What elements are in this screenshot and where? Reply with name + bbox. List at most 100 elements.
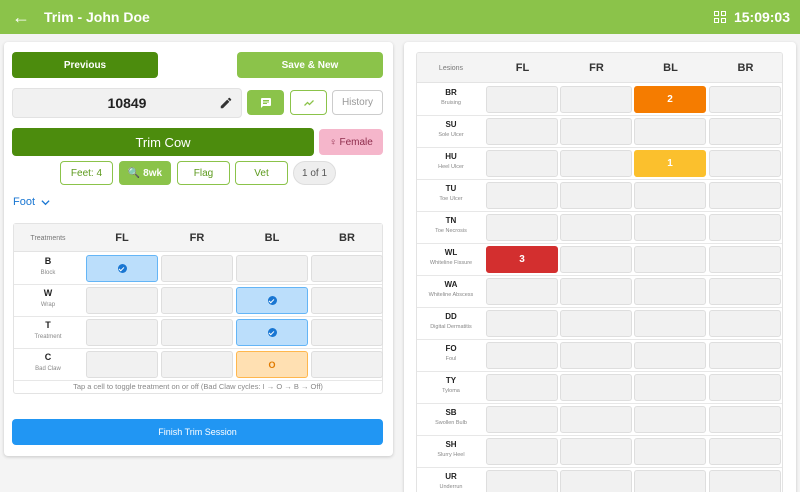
lesion-cell-fl[interactable] bbox=[486, 278, 558, 305]
treatment-row-c: C Bad Claw O bbox=[14, 349, 383, 381]
lesion-cell-fl[interactable] bbox=[486, 118, 558, 145]
lesion-cell-fl[interactable] bbox=[486, 342, 558, 369]
lesion-cell-fl[interactable]: 3 bbox=[486, 246, 558, 273]
sex-badge-female[interactable]: ♀ Female bbox=[319, 129, 383, 155]
previous-button[interactable]: Previous bbox=[12, 52, 158, 78]
lesion-cell-br[interactable] bbox=[709, 342, 781, 369]
lesion-cell-fl[interactable] bbox=[486, 438, 558, 465]
lesion-cell-bl[interactable] bbox=[634, 118, 706, 145]
finish-trim-session-button[interactable]: Finish Trim Session bbox=[12, 419, 383, 445]
lesion-cell-fl[interactable] bbox=[486, 310, 558, 337]
treatment-cell-fr[interactable] bbox=[161, 287, 233, 314]
lesion-cell-br[interactable] bbox=[709, 310, 781, 337]
lesion-cell-bl[interactable] bbox=[634, 310, 706, 337]
lesion-cell-bl[interactable] bbox=[634, 246, 706, 273]
treatment-cell-fl[interactable] bbox=[86, 319, 158, 346]
lesion-cell-br[interactable] bbox=[709, 374, 781, 401]
treatment-cell-br[interactable] bbox=[311, 255, 383, 282]
lesion-cell-bl[interactable]: 1 bbox=[634, 150, 706, 177]
treatment-code: C bbox=[44, 352, 52, 362]
cow-id-field[interactable]: 10849 bbox=[12, 88, 242, 118]
lesion-cell-fr[interactable] bbox=[560, 182, 632, 209]
feet-chip[interactable]: Feet: 4 bbox=[60, 161, 113, 185]
treatment-cell-br[interactable] bbox=[311, 319, 383, 346]
lesion-cell-fl[interactable] bbox=[486, 86, 558, 113]
treatment-cell-br[interactable] bbox=[311, 351, 383, 378]
col-fr: FR bbox=[189, 232, 205, 244]
lesion-cell-fr[interactable] bbox=[560, 246, 632, 273]
lesion-cell-bl[interactable]: 2 bbox=[634, 86, 706, 113]
treatment-cell-bl[interactable] bbox=[236, 287, 308, 314]
lesion-cell-fr[interactable] bbox=[560, 86, 632, 113]
history-button[interactable]: History bbox=[332, 90, 383, 115]
lesion-cell-fr[interactable] bbox=[560, 342, 632, 369]
lesions-table: Lesions FL FR BL BR BR Bruising 2 SU Sole Ul… bbox=[416, 52, 783, 492]
lesion-cell-br[interactable] bbox=[709, 278, 781, 305]
clock: 15:09:03 bbox=[733, 9, 790, 25]
col-bl: BL bbox=[264, 232, 280, 244]
treatment-cell-fl[interactable] bbox=[86, 287, 158, 314]
notes-button[interactable] bbox=[247, 90, 284, 115]
lesion-code: WL bbox=[444, 248, 458, 257]
lesion-cell-bl[interactable] bbox=[634, 406, 706, 433]
lesion-cell-fr[interactable] bbox=[560, 118, 632, 145]
treatment-code: B bbox=[44, 256, 52, 266]
grid-view-icon[interactable] bbox=[713, 11, 726, 23]
treatment-cell-bl[interactable] bbox=[236, 319, 308, 346]
treatment-cell-br[interactable] bbox=[311, 287, 383, 314]
vet-chip[interactable]: Vet bbox=[235, 161, 288, 185]
trim-cow-button[interactable]: Trim Cow bbox=[12, 128, 314, 156]
lesion-cell-br[interactable] bbox=[709, 214, 781, 241]
weeks-chip[interactable]: 🔍 8wk bbox=[119, 161, 171, 185]
lesion-cell-br[interactable] bbox=[709, 86, 781, 113]
lesion-cell-br[interactable] bbox=[709, 118, 781, 145]
lesion-cell-fl[interactable] bbox=[486, 182, 558, 209]
lesion-cell-bl[interactable] bbox=[634, 182, 706, 209]
lesion-cell-bl[interactable] bbox=[634, 278, 706, 305]
treatment-cell-fl[interactable] bbox=[86, 255, 158, 282]
treatment-cell-bl[interactable] bbox=[236, 255, 308, 282]
lesion-cell-fr[interactable] bbox=[560, 470, 632, 492]
lesion-cell-fl[interactable] bbox=[486, 374, 558, 401]
arrow-left-icon[interactable]: ← bbox=[6, 7, 36, 28]
lesion-cell-fr[interactable] bbox=[560, 278, 632, 305]
lesion-cell-fl[interactable] bbox=[486, 470, 558, 492]
toggle-hint: Tap a cell to toggle treatment on or off… bbox=[73, 382, 323, 391]
lesion-cell-bl[interactable] bbox=[634, 214, 706, 241]
lesion-cell-bl[interactable] bbox=[634, 342, 706, 369]
lesion-cell-bl[interactable] bbox=[634, 374, 706, 401]
lesion-cell-bl[interactable] bbox=[634, 470, 706, 492]
save-new-button[interactable]: Save & New bbox=[237, 52, 383, 78]
treatment-cell-fr[interactable] bbox=[161, 319, 233, 346]
lesion-cell-fl[interactable] bbox=[486, 406, 558, 433]
lesion-cell-bl[interactable] bbox=[634, 438, 706, 465]
treatment-code: T bbox=[45, 320, 51, 330]
lesion-code: SB bbox=[445, 408, 457, 417]
foot-dropdown[interactable]: Foot bbox=[13, 196, 50, 208]
lesion-cell-fr[interactable] bbox=[560, 406, 632, 433]
lesion-cell-fr[interactable] bbox=[560, 214, 632, 241]
lesion-cell-br[interactable] bbox=[709, 406, 781, 433]
flag-chip[interactable]: Flag bbox=[177, 161, 230, 185]
lesion-desc: Foul bbox=[445, 356, 457, 362]
lesion-cell-fr[interactable] bbox=[560, 150, 632, 177]
lesion-cell-fl[interactable] bbox=[486, 214, 558, 241]
lesion-row-dd: DD Digital Dermatitis bbox=[417, 308, 782, 340]
lesion-cell-fl[interactable] bbox=[486, 150, 558, 177]
lesion-cell-br[interactable] bbox=[709, 438, 781, 465]
lesion-desc: Tyloma bbox=[442, 388, 460, 394]
treatment-cell-bl[interactable]: O bbox=[236, 351, 308, 378]
lesion-cell-br[interactable] bbox=[709, 470, 781, 492]
lesion-cell-br[interactable] bbox=[709, 182, 781, 209]
trend-button[interactable] bbox=[290, 90, 327, 115]
lesion-cell-fr[interactable] bbox=[560, 374, 632, 401]
treatment-cell-fr[interactable] bbox=[161, 351, 233, 378]
lesion-cell-br[interactable] bbox=[709, 150, 781, 177]
treatment-cell-fr[interactable] bbox=[161, 255, 233, 282]
treatment-cell-fl[interactable] bbox=[86, 351, 158, 378]
comment-icon bbox=[260, 97, 271, 108]
lesion-cell-fr[interactable] bbox=[560, 310, 632, 337]
lesion-cell-fr[interactable] bbox=[560, 438, 632, 465]
edit-pencil-icon[interactable] bbox=[219, 96, 233, 110]
lesion-cell-br[interactable] bbox=[709, 246, 781, 273]
